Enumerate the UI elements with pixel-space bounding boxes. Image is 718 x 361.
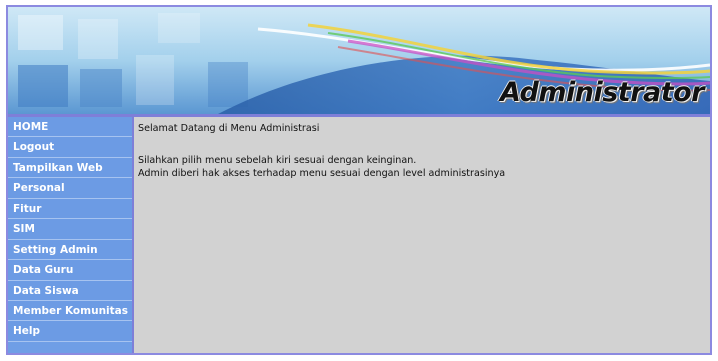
sidebar-item-personal[interactable]: Personal — [8, 178, 132, 199]
banner-title: Administrator — [499, 77, 705, 108]
instruction-text: Silahkan pilih menu sebelah kiri sesuai … — [138, 155, 417, 166]
sidebar-item-tampilkan-web[interactable]: Tampilkan Web — [8, 157, 132, 179]
sidebar-item-setting-admin[interactable]: Setting Admin — [8, 239, 132, 261]
welcome-text: Selamat Datang di Menu Administrasi — [138, 123, 320, 134]
sidebar-item-fitur[interactable]: Fitur — [8, 198, 132, 220]
sidebar-item-data-siswa[interactable]: Data Siswa — [8, 280, 132, 301]
sidebar-item-logout[interactable]: Logout — [8, 137, 132, 158]
sidebar-item-data-guru[interactable]: Data Guru — [8, 260, 132, 281]
sidebar-item-member-komunitas[interactable]: Member Komunitas — [8, 300, 132, 322]
sidebar-item-help[interactable]: Help — [8, 321, 132, 342]
sidebar-item-home[interactable]: HOME — [8, 117, 132, 138]
sidebar-item-sim[interactable]: SIM — [8, 219, 132, 240]
main-content: Selamat Datang di Menu Administrasi Sila… — [135, 117, 710, 353]
header-banner: Administrator — [8, 7, 710, 117]
admin-frame: Administrator HOME Logout Tampilkan Web … — [6, 5, 712, 355]
access-info-text: Admin diberi hak akses terhadap menu ses… — [138, 168, 506, 179]
sidebar-menu: HOME Logout Tampilkan Web Personal Fitur… — [8, 117, 134, 353]
